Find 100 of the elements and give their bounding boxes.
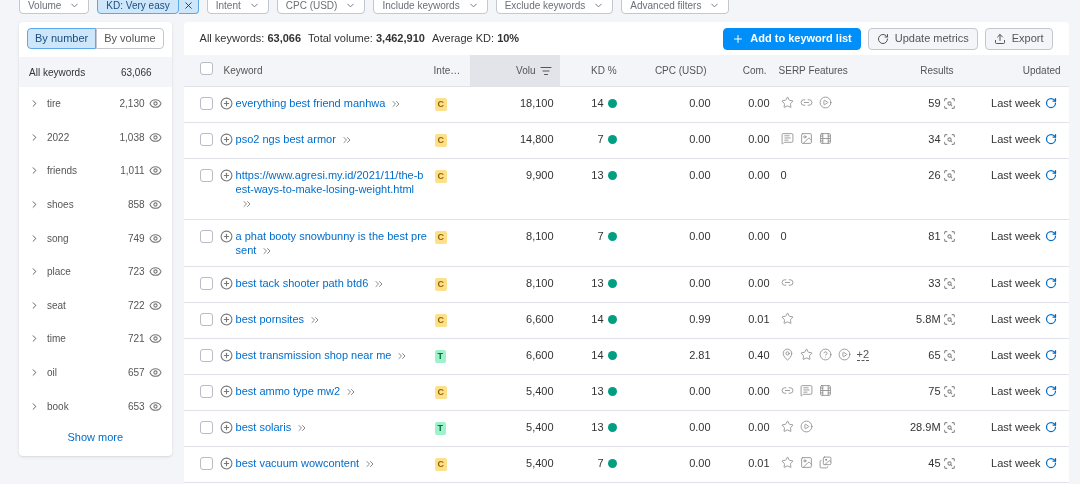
eye-icon[interactable] <box>148 298 162 312</box>
add-icon[interactable] <box>219 313 233 327</box>
refresh-icon[interactable] <box>1044 97 1057 109</box>
updated-cell: Last week <box>991 312 1041 327</box>
add-icon[interactable] <box>219 457 233 471</box>
serp-search-icon[interactable] <box>942 276 956 290</box>
refresh-icon[interactable] <box>1044 313 1057 326</box>
add-icon[interactable] <box>219 277 233 291</box>
keyword-link[interactable]: pso2 ngs best armor <box>235 132 353 147</box>
serp-search-icon[interactable] <box>942 229 956 243</box>
eye-icon[interactable] <box>148 164 162 178</box>
column-header[interactable]: CPC (USD) <box>624 63 715 78</box>
checkbox[interactable] <box>199 421 213 435</box>
eye-icon[interactable] <box>148 97 162 111</box>
keyword-link[interactable]: everything best friend manhwa <box>235 96 403 111</box>
add-icon[interactable] <box>219 133 233 146</box>
eye-icon[interactable] <box>148 332 162 346</box>
filter-dropdown[interactable]: Volume <box>19 0 90 14</box>
column-header[interactable]: Keyword <box>219 63 430 78</box>
eye-icon[interactable] <box>148 399 162 413</box>
competition-cell-text: 0.00 <box>747 229 771 244</box>
checkbox[interactable] <box>199 169 213 182</box>
keyword-link[interactable]: best tack shooter path btd6 <box>235 276 386 291</box>
column-header[interactable]: Inte… <box>429 63 470 78</box>
group-name[interactable]: 2022 <box>47 129 120 145</box>
results-cell: 26 <box>928 168 941 182</box>
add-icon[interactable] <box>219 421 233 435</box>
serp-search-icon[interactable] <box>942 384 956 398</box>
eye-icon[interactable] <box>148 231 162 245</box>
eye-icon[interactable] <box>148 366 162 380</box>
show-more-link[interactable]: Show more <box>67 428 124 446</box>
checkbox[interactable] <box>199 385 213 399</box>
group-name[interactable]: friends <box>47 163 121 179</box>
checkbox[interactable] <box>199 313 213 327</box>
group-name[interactable]: song <box>47 230 128 246</box>
serp-search-icon[interactable] <box>942 312 956 326</box>
checkbox[interactable] <box>199 97 213 110</box>
refresh-icon[interactable] <box>1044 230 1057 243</box>
toggle-tab[interactable]: By volume <box>96 28 164 49</box>
filter-dropdown[interactable]: KD: Very easy <box>97 0 179 14</box>
filter-dropdown[interactable]: Include keywords <box>373 0 488 14</box>
keyword-link[interactable]: best vacuum wowcontent <box>235 456 377 471</box>
group-name[interactable]: seat <box>47 297 128 313</box>
keyword-link[interactable]: best transmission shop near me <box>235 348 409 363</box>
checkbox[interactable] <box>199 277 213 291</box>
eye-icon[interactable] <box>148 265 162 279</box>
more-features-link[interactable]: +2 <box>856 348 870 362</box>
refresh-icon[interactable] <box>1044 457 1057 470</box>
group-name[interactable]: oil <box>47 365 128 381</box>
group-name[interactable]: tire <box>47 96 120 112</box>
refresh-icon[interactable] <box>1044 169 1057 181</box>
refresh-icon[interactable] <box>1044 349 1057 362</box>
group-name[interactable]: book <box>47 398 128 414</box>
refresh-icon[interactable] <box>1044 421 1057 434</box>
action-button[interactable]: Update metrics <box>867 27 978 50</box>
add-icon[interactable] <box>219 97 233 110</box>
add-icon[interactable] <box>219 349 233 363</box>
refresh-icon[interactable] <box>1044 133 1057 145</box>
checkbox[interactable] <box>199 62 213 75</box>
eye-icon[interactable] <box>148 130 162 144</box>
group-name[interactable]: time <box>47 331 128 347</box>
serp-search-icon[interactable] <box>942 168 956 182</box>
column-header[interactable]: Updated <box>961 63 1069 78</box>
group-name[interactable]: shoes <box>47 197 128 213</box>
column-header[interactable]: Results <box>879 63 962 78</box>
keyword-link[interactable]: best solaris <box>235 420 309 435</box>
keyword-link[interactable]: best pornsites <box>235 312 322 327</box>
updated-cell: Last week <box>991 420 1041 435</box>
checkbox[interactable] <box>199 349 213 363</box>
add-icon[interactable] <box>219 230 233 244</box>
action-button[interactable]: Export <box>984 27 1053 50</box>
refresh-icon[interactable] <box>1044 277 1057 290</box>
add-icon[interactable] <box>219 385 233 399</box>
checkbox[interactable] <box>199 457 213 471</box>
checkbox[interactable] <box>199 133 213 146</box>
intent-badge: C <box>434 278 448 292</box>
keyword-link[interactable]: best ammo type mw2 <box>235 384 358 399</box>
serp-search-icon[interactable] <box>942 348 956 362</box>
serp-search-icon[interactable] <box>942 96 956 110</box>
serp-search-icon[interactable] <box>942 456 956 470</box>
filter-dropdown[interactable]: Intent <box>206 0 269 14</box>
column-header[interactable]: Volu <box>469 55 560 86</box>
column-header[interactable]: KD % <box>559 63 625 78</box>
keyword-link[interactable]: https://www.agresi.my.id/2021/11/the-best-ways-to-make-losing-weight.html <box>235 168 430 211</box>
intent-badge: C <box>434 231 448 245</box>
refresh-icon[interactable] <box>1044 385 1057 398</box>
column-header[interactable]: Com. <box>714 63 775 78</box>
serp-search-icon[interactable] <box>942 420 956 434</box>
add-icon[interactable] <box>219 169 233 182</box>
filter-dropdown[interactable]: Advanced filters <box>621 0 730 14</box>
clear-filter-button[interactable] <box>178 0 199 14</box>
filter-dropdown[interactable]: Exclude keywords <box>495 0 614 14</box>
column-header[interactable]: SERP Features <box>774 63 880 78</box>
checkbox[interactable] <box>199 230 213 244</box>
keyword-link[interactable]: a phat booty snowbunny is the best present <box>235 229 430 258</box>
eye-icon[interactable] <box>148 198 162 212</box>
filter-dropdown[interactable]: CPC (USD) <box>276 0 366 14</box>
serp-search-icon[interactable] <box>942 132 956 146</box>
group-name[interactable]: place <box>47 264 128 280</box>
toggle-tab[interactable]: By number <box>27 28 97 49</box>
